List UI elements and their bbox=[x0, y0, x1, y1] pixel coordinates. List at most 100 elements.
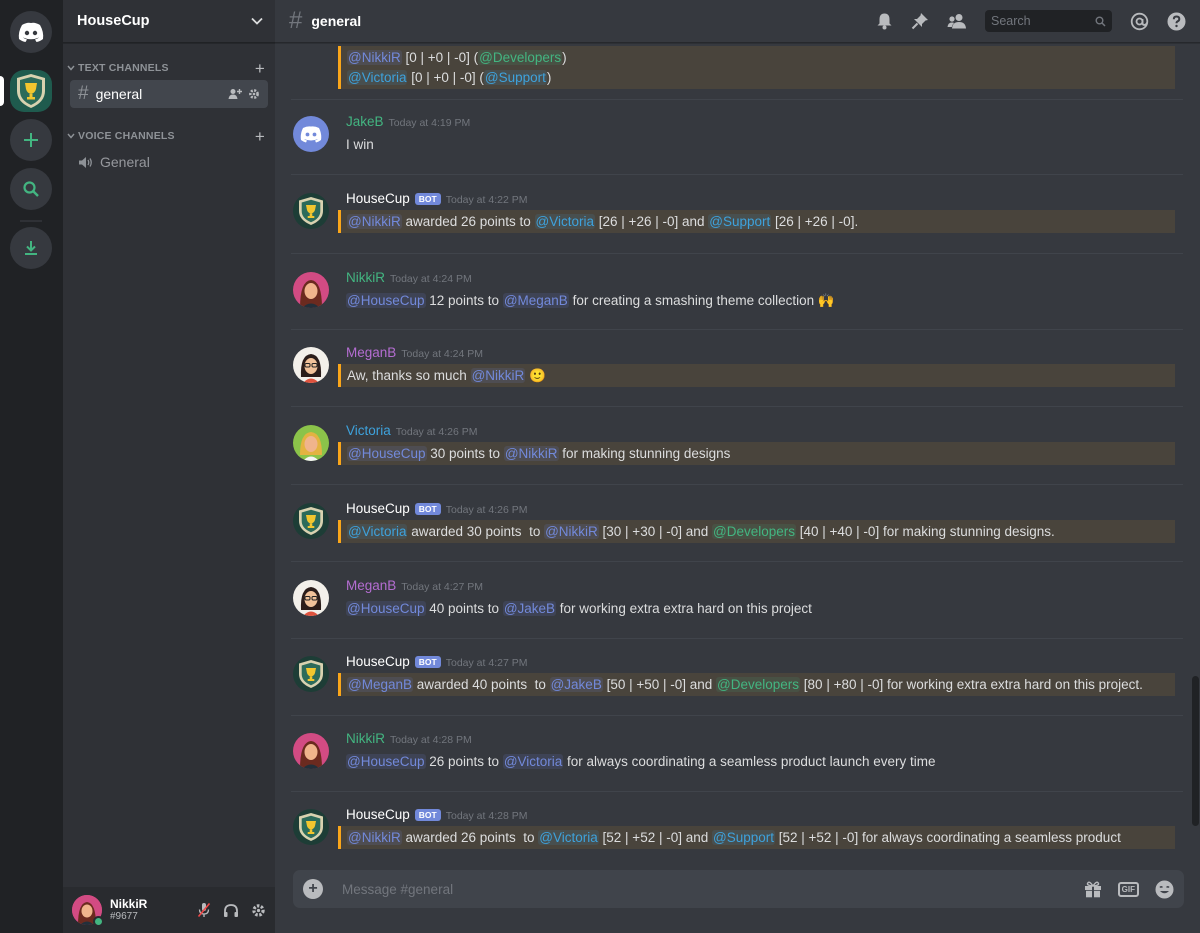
search-input[interactable]: Search bbox=[985, 10, 1112, 32]
message-author[interactable]: HouseCup bbox=[346, 501, 410, 516]
avatar[interactable] bbox=[293, 656, 329, 692]
mention[interactable]: @Developers bbox=[478, 50, 563, 65]
message-timestamp: Today at 4:27 PM bbox=[445, 657, 528, 669]
mention[interactable]: @MeganB bbox=[347, 677, 413, 692]
channel-name: general bbox=[95, 86, 143, 102]
user-panel: NikkiR #9677 bbox=[63, 887, 275, 933]
mention[interactable]: @MeganB bbox=[502, 293, 569, 308]
avatar[interactable] bbox=[293, 503, 329, 539]
message-author[interactable]: MeganB bbox=[346, 578, 396, 593]
message-text: [52 | +52 | -0] and bbox=[598, 830, 712, 845]
mention[interactable]: @Victoria bbox=[502, 754, 564, 769]
mention[interactable]: @NikkiR bbox=[347, 50, 402, 65]
voice-channel-general[interactable]: General bbox=[70, 148, 268, 176]
message-author[interactable]: NikkiR bbox=[346, 270, 385, 285]
avatar[interactable] bbox=[293, 580, 329, 616]
message-item: MeganB Today at 4:27 PM @HouseCup 40 point… bbox=[275, 578, 1191, 638]
message-text: ) bbox=[562, 50, 567, 65]
scrollbar-thumb[interactable] bbox=[1192, 676, 1199, 826]
message-item: Victoria Today at 4:26 PM @HouseCup 30 poi… bbox=[275, 423, 1191, 483]
bell-icon[interactable] bbox=[876, 12, 893, 30]
message-composer[interactable]: + Message #general GIF bbox=[293, 870, 1184, 908]
mention[interactable]: @Victoria bbox=[538, 830, 599, 845]
mention-icon[interactable] bbox=[1130, 12, 1149, 31]
message-author[interactable]: Victoria bbox=[346, 423, 391, 438]
mention[interactable]: @HouseCup bbox=[346, 754, 426, 769]
gift-icon[interactable] bbox=[1084, 881, 1102, 898]
microphone-muted-icon[interactable] bbox=[197, 902, 211, 918]
channel-general[interactable]: # general bbox=[70, 80, 268, 108]
message-divider bbox=[291, 791, 1183, 792]
voice-channels-category[interactable]: VOICE CHANNELS + bbox=[63, 126, 275, 146]
hashtag-icon: # bbox=[78, 83, 89, 104]
add-server-button[interactable] bbox=[10, 119, 52, 161]
gear-icon[interactable] bbox=[251, 903, 266, 918]
message-timestamp: Today at 4:27 PM bbox=[401, 581, 484, 593]
server-header[interactable]: HouseCup bbox=[63, 0, 275, 43]
mention[interactable]: @JakeB bbox=[549, 677, 603, 692]
message-text: [26 | +26 | -0] and bbox=[595, 214, 709, 229]
message-author[interactable]: MeganB bbox=[346, 345, 396, 360]
message-divider bbox=[291, 99, 1183, 100]
gear-icon[interactable] bbox=[248, 88, 260, 100]
mention[interactable]: @Victoria bbox=[534, 214, 596, 229]
invite-user-icon[interactable] bbox=[228, 88, 242, 100]
message-author[interactable]: HouseCup bbox=[346, 654, 410, 669]
avatar[interactable] bbox=[72, 895, 104, 927]
message-text: 40 points to bbox=[425, 601, 503, 616]
mention[interactable]: @Developers bbox=[712, 524, 796, 539]
mention[interactable]: @Victoria bbox=[347, 524, 408, 539]
mention[interactable]: @HouseCup bbox=[346, 293, 426, 308]
upload-plus-icon[interactable]: + bbox=[303, 879, 323, 899]
message-item: @NikkiR [0 | +0 | -0] (@Developers) @Vict… bbox=[275, 43, 1191, 101]
mention[interactable]: @Support bbox=[712, 830, 775, 845]
avatar[interactable] bbox=[293, 116, 329, 152]
avatar[interactable] bbox=[293, 809, 329, 845]
avatar[interactable] bbox=[293, 347, 329, 383]
message-author[interactable]: JakeB bbox=[346, 114, 384, 129]
mention[interactable]: @NikkiR bbox=[544, 524, 599, 539]
search-icon bbox=[1095, 16, 1106, 27]
download-icon bbox=[25, 241, 37, 255]
mention[interactable]: @NikkiR bbox=[503, 446, 559, 461]
pin-icon[interactable] bbox=[911, 12, 929, 30]
headphones-icon[interactable] bbox=[223, 903, 239, 918]
mention[interactable]: @NikkiR bbox=[347, 214, 402, 229]
avatar[interactable] bbox=[293, 425, 329, 461]
gif-icon[interactable]: GIF bbox=[1117, 881, 1139, 897]
create-channel-icon[interactable]: + bbox=[255, 128, 265, 145]
message-input[interactable]: Message #general bbox=[342, 882, 453, 897]
mention[interactable]: @HouseCup bbox=[346, 601, 426, 616]
message-author[interactable]: HouseCup bbox=[346, 807, 410, 822]
explore-servers-button[interactable] bbox=[10, 168, 52, 210]
discord-home-button[interactable] bbox=[10, 11, 52, 53]
message-timestamp: Today at 4:26 PM bbox=[445, 504, 528, 516]
message-timestamp: Today at 4:28 PM bbox=[445, 810, 528, 822]
avatar[interactable] bbox=[293, 272, 329, 308]
message-author[interactable]: NikkiR bbox=[346, 731, 385, 746]
mention[interactable]: @NikkiR bbox=[470, 368, 526, 383]
mention[interactable]: @NikkiR bbox=[347, 830, 402, 845]
mention[interactable]: @Support bbox=[708, 214, 772, 229]
message-author[interactable]: HouseCup bbox=[346, 191, 410, 206]
avatar[interactable] bbox=[293, 733, 329, 769]
message-divider bbox=[291, 638, 1183, 639]
download-apps-button[interactable] bbox=[10, 227, 52, 269]
help-icon[interactable] bbox=[1167, 12, 1186, 31]
mention[interactable]: @Victoria bbox=[347, 70, 408, 85]
server-housecup-button[interactable] bbox=[10, 70, 52, 112]
mention[interactable]: @HouseCup bbox=[347, 446, 427, 461]
mention[interactable]: @Support bbox=[483, 70, 547, 85]
message-list: @NikkiR [0 | +0 | -0] (@Developers) @Vict… bbox=[275, 43, 1200, 852]
mention[interactable]: @JakeB bbox=[502, 601, 557, 616]
message-text: 12 points to bbox=[425, 293, 503, 308]
emoji-icon[interactable] bbox=[1155, 880, 1174, 899]
chevron-down-icon bbox=[251, 17, 263, 25]
text-channels-category[interactable]: TEXT CHANNELS + bbox=[63, 58, 275, 78]
message-text: for working extra extra hard on this pro… bbox=[556, 601, 812, 616]
chevron-down-icon bbox=[67, 65, 75, 71]
create-channel-icon[interactable]: + bbox=[255, 60, 265, 77]
avatar[interactable] bbox=[293, 193, 329, 229]
member-list-icon[interactable] bbox=[947, 13, 967, 29]
mention[interactable]: @Developers bbox=[716, 677, 801, 692]
